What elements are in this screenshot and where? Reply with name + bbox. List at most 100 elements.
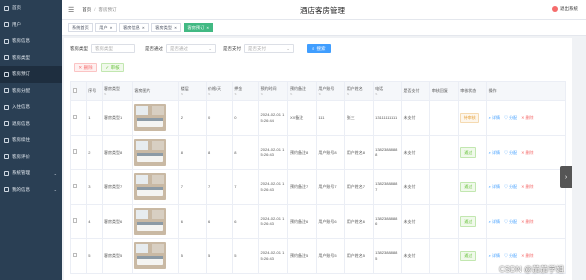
name-value: 张三	[346, 115, 355, 120]
assign-button[interactable]: ♡ 分配	[504, 150, 517, 156]
tab-booking[interactable]: 客房预订 ✕	[183, 23, 214, 32]
column-header[interactable]: 电话 ⇅	[372, 81, 402, 101]
sort-icon[interactable]: ⇅	[290, 92, 314, 96]
row-checkbox[interactable]	[72, 183, 77, 189]
room-image-cell	[131, 169, 180, 205]
sort-icon[interactable]: ⇅	[318, 92, 342, 96]
sidebar-item-room-info[interactable]: 客房信息	[0, 33, 62, 50]
sidebar-item-label: 退房信息	[12, 120, 30, 126]
sort-icon[interactable]: ⇅	[347, 92, 371, 96]
sort-icon[interactable]: ⇅	[375, 92, 399, 96]
breadcrumb-home[interactable]: 首页	[82, 7, 91, 12]
floor-cell: 2	[178, 100, 207, 136]
sidebar-item-comment[interactable]: 客房评价	[0, 149, 62, 166]
table-row[interactable]: 3 客房类型7 7 7 7 2024-02-01 15:26:43 预约备注7 …	[70, 169, 566, 205]
room-photo[interactable]	[134, 138, 167, 166]
sidebar-item-checkout[interactable]: 退房信息	[0, 116, 62, 133]
status-cell: 通过	[457, 169, 488, 205]
room-photo[interactable]	[134, 173, 167, 201]
room-photo[interactable]	[134, 207, 167, 235]
sidebar-item-room-type[interactable]: 客房类型	[0, 50, 62, 67]
column-header: 审核状态	[457, 81, 488, 101]
pay-select[interactable]: 是否支付 ⌄	[244, 44, 294, 53]
sidebar-item-user[interactable]: 用户	[0, 17, 62, 34]
delete-button[interactable]: ✕ 删除	[521, 115, 533, 121]
deposit-cell: 5	[231, 238, 260, 274]
sort-icon[interactable]: ⇅	[181, 92, 204, 96]
close-icon[interactable]: ✕	[142, 26, 145, 30]
tab-room-type[interactable]: 客房类型 ✕	[151, 23, 181, 32]
audit-select[interactable]: 是否通过 ⌄	[166, 44, 216, 53]
column-header[interactable]: 客房类型 ⇅	[101, 81, 133, 101]
sidebar-item-booking[interactable]: 客房预订	[0, 66, 62, 83]
room-photo[interactable]	[134, 104, 167, 132]
select-all-checkbox[interactable]	[72, 88, 77, 93]
tab-room-info[interactable]: 客房信息 ✕	[119, 23, 149, 32]
batch-audit-label: 审核	[110, 64, 120, 70]
column-header[interactable]: 价格/天 ⇅	[205, 81, 233, 101]
search-button[interactable]: ⌕ 搜索	[307, 44, 331, 53]
close-icon[interactable]: ✕	[110, 26, 113, 30]
sidebar-item-system[interactable]: 系统管理 ⌄	[0, 165, 62, 182]
sort-icon[interactable]: ⇅	[234, 92, 256, 96]
checkout-icon	[4, 121, 9, 127]
room-type-input[interactable]: 客房类型	[91, 44, 135, 53]
table-row[interactable]: 5 客房类型5 5 5 5 2024-02-01 15:26:43 预约备注5 …	[70, 238, 566, 274]
tab-user[interactable]: 用户 ✕	[95, 23, 117, 32]
row-select-cell	[70, 238, 87, 274]
detail-button[interactable]: ⌕ 详情	[489, 115, 500, 121]
close-icon[interactable]: ✕	[174, 26, 177, 30]
column-header[interactable]: 用户姓名 ⇅	[344, 81, 374, 101]
column-header[interactable]: 楼层 ⇅	[178, 81, 207, 101]
delete-button[interactable]: ✕ 删除	[521, 184, 533, 190]
note-value: 预约备注7	[289, 184, 309, 189]
table-row[interactable]: 2 客房类型8 8 8 8 2024-02-01 15:26:43 预约备注8 …	[70, 134, 566, 170]
row-checkbox[interactable]	[72, 149, 77, 154]
row-checkbox[interactable]	[72, 114, 77, 120]
assign-button[interactable]: ♡ 分配	[504, 219, 517, 225]
batch-delete-button[interactable]: ✕ 删除	[74, 63, 97, 72]
price-value: 6	[208, 218, 211, 224]
column-header[interactable]: 预约备注 ⇅	[287, 81, 317, 101]
detail-button[interactable]: ⌕ 详情	[489, 184, 500, 190]
detail-button[interactable]: ⌕ 详情	[489, 253, 500, 259]
sidebar-item-checkin[interactable]: 入住信息	[0, 99, 62, 116]
row-checkbox[interactable]	[72, 252, 77, 258]
account-value: 用户账号5	[318, 253, 337, 258]
detail-button[interactable]: ⌕ 详情	[489, 219, 500, 225]
delete-button[interactable]: ✕ 删除	[521, 253, 533, 259]
phone-cell: 13823888885	[372, 238, 402, 274]
sort-icon[interactable]: ⇅	[261, 92, 286, 96]
tab-home[interactable]: 系统首页	[68, 23, 93, 32]
column-header[interactable]: 押金 ⇅	[231, 81, 260, 101]
close-icon[interactable]: ✕	[206, 26, 209, 30]
sidebar-item-home[interactable]: 首页	[0, 0, 62, 17]
batch-delete-label: 删除	[83, 64, 93, 70]
delete-button[interactable]: ✕ 删除	[521, 150, 533, 156]
deposit-value: 7	[234, 184, 237, 189]
column-header[interactable]: 用户账号 ⇅	[315, 81, 346, 101]
assign-button[interactable]: ♡ 分配	[504, 184, 517, 190]
delete-button[interactable]: ✕ 删除	[521, 219, 533, 225]
column-header[interactable]: 预约时间 ⇅	[258, 81, 289, 101]
menu-toggle-icon[interactable]: ☰	[68, 6, 74, 14]
row-checkbox[interactable]	[72, 218, 77, 223]
scroll-next-icon[interactable]: ›	[560, 166, 572, 188]
sort-icon[interactable]: ⇅	[208, 92, 230, 96]
logout-button[interactable]: 退出系统	[552, 6, 578, 12]
sidebar-item-assign[interactable]: 客房分配	[0, 83, 62, 100]
sort-icon[interactable]: ⇅	[104, 92, 130, 96]
account-cell: 用户账号7	[315, 169, 346, 205]
column-label: 用户姓名	[346, 86, 363, 91]
assign-button[interactable]: ♡ 分配	[504, 115, 517, 121]
batch-audit-button[interactable]: ✓ 审核	[101, 63, 124, 72]
detail-button[interactable]: ⌕ 详情	[489, 150, 500, 156]
sidebar-item-profile[interactable]: 我的信息 ⌄	[0, 182, 62, 199]
room-photo[interactable]	[134, 242, 167, 270]
sidebar-item-renew[interactable]: 客房续住	[0, 132, 62, 149]
assign-button[interactable]: ♡ 分配	[504, 253, 517, 259]
breadcrumb-current: 客房预订	[98, 6, 117, 12]
table-row[interactable]: 1 客房类型1 2 0 0 2024-02-01 15:26:44 XX备注 1…	[70, 100, 566, 136]
booking-time-cell: 2024-02-01 15:26:44	[258, 100, 289, 136]
table-row[interactable]: 4 客房类型6 6 6 6 2024-02-01 15:26:43 预约备注6 …	[70, 203, 566, 239]
